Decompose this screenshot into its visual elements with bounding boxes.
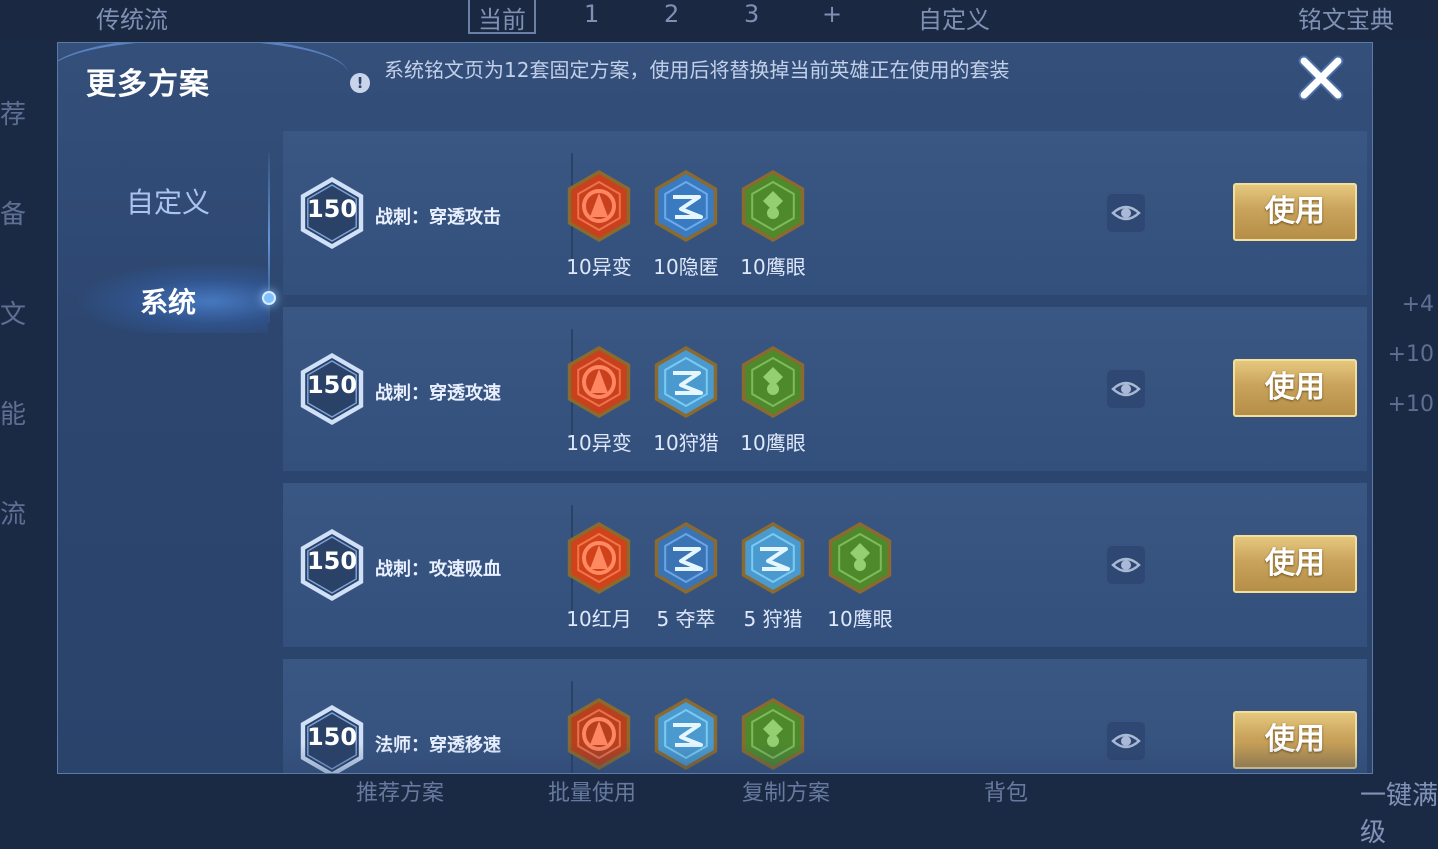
- close-icon: [1298, 55, 1344, 101]
- red-rune-icon[interactable]: [564, 519, 634, 597]
- background-stat-value: +4: [1401, 292, 1434, 317]
- rune-count-label: 5 夺萃: [656, 607, 716, 631]
- rune-count-label: 10鹰眼: [740, 255, 806, 279]
- plan-row: 150法师：穿透移速使用: [283, 659, 1367, 773]
- plan-row: 150 战刺：穿透攻速 10异变 10狩猎 10鹰眼 使用: [283, 307, 1367, 471]
- green-rune-icon[interactable]: [825, 519, 895, 597]
- background-top-bar: 传统流 当前 1 2 3 + 自定义 铭文宝典: [0, 0, 1438, 40]
- background-tab-1[interactable]: 1: [584, 0, 599, 28]
- background-batch-use-button[interactable]: 批量使用: [548, 775, 636, 809]
- plan-row: 150 战刺：攻速吸血 10红月 5 夺萃 5 狩猎 10鹰眼 使用: [283, 483, 1367, 647]
- rune-count-label: 10异变: [566, 431, 632, 455]
- background-stat-value: +10: [1387, 342, 1434, 367]
- rune-count-label: 5 狩猎: [743, 607, 803, 631]
- use-button[interactable]: 使用: [1233, 183, 1357, 241]
- plan-name: 战刺：穿透攻速: [375, 383, 501, 404]
- use-button[interactable]: 使用: [1233, 535, 1357, 593]
- background-stat-value: +10: [1387, 392, 1434, 417]
- red-rune-icon[interactable]: [564, 343, 634, 421]
- level-value: 150: [306, 371, 358, 399]
- blue-rune-icon[interactable]: [651, 519, 721, 597]
- blue-rune-icon[interactable]: [651, 167, 721, 245]
- preview-button[interactable]: [1107, 546, 1145, 584]
- level-value: 150: [306, 195, 358, 223]
- blue-rune-icon[interactable]: [651, 343, 721, 421]
- dialog-info-text: 系统铭文页为12套固定方案，使用后将替换掉当前英雄正在使用的套装: [384, 58, 1010, 82]
- use-button[interactable]: 使用: [1233, 359, 1357, 417]
- rune-count-label: 10鹰眼: [740, 431, 806, 455]
- background-side-item: 能: [0, 400, 27, 430]
- background-side-item: 文: [0, 300, 27, 330]
- background-copy-plan-button[interactable]: 复制方案: [742, 775, 830, 809]
- rune-count-label: 10鹰眼: [827, 607, 893, 631]
- plan-category-sidebar: 自定义 系统: [58, 131, 280, 771]
- background-tab-2[interactable]: 2: [664, 0, 679, 28]
- red-rune-icon[interactable]: [564, 167, 634, 245]
- green-rune-icon[interactable]: [738, 167, 808, 245]
- dialog-title: 更多方案: [86, 67, 210, 102]
- rune-count-label: 10隐匿: [653, 255, 719, 279]
- active-tab-indicator: [262, 291, 276, 305]
- background-recommend-button[interactable]: 推荐方案: [356, 775, 444, 809]
- plan-row: 150 战刺：穿透攻击 10异变 10隐匿 10鹰眼 使用: [283, 131, 1367, 295]
- eye-icon: [1111, 205, 1141, 221]
- plan-name: 战刺：攻速吸血: [375, 559, 501, 580]
- info-icon: !: [350, 73, 370, 93]
- background-side-item: 备: [0, 200, 27, 230]
- green-rune-icon[interactable]: [738, 343, 808, 421]
- close-button[interactable]: [1296, 53, 1346, 103]
- background-backpack-button[interactable]: 背包: [984, 775, 1028, 809]
- background-tab-add[interactable]: +: [822, 0, 842, 28]
- tab-system[interactable]: 系统: [68, 281, 268, 321]
- background-side-item: 荐: [0, 100, 27, 130]
- preview-button[interactable]: [1107, 194, 1145, 232]
- scroll-fade-overlay: [283, 743, 1367, 773]
- rune-count-label: 10红月: [566, 607, 632, 631]
- rune-count-label: 10异变: [566, 255, 632, 279]
- preview-button[interactable]: [1107, 370, 1145, 408]
- eye-icon: [1111, 557, 1141, 573]
- background-tab-current[interactable]: 当前: [468, 0, 536, 34]
- eye-icon: [1111, 381, 1141, 397]
- background-tab-3[interactable]: 3: [744, 0, 759, 28]
- background-custom-label[interactable]: 自定义: [918, 0, 990, 35]
- rune-count-label: 10狩猎: [653, 431, 719, 455]
- tab-custom[interactable]: 自定义: [68, 181, 268, 221]
- background-title: 传统流: [96, 6, 168, 34]
- background-side-item: 流: [0, 500, 27, 530]
- background-max-level-button[interactable]: 一键满级: [1360, 775, 1438, 848]
- background-codex-label[interactable]: 铭文宝典: [1298, 0, 1394, 35]
- blue-rune-icon[interactable]: [738, 519, 808, 597]
- more-plans-dialog: 更多方案 ! 系统铭文页为12套固定方案，使用后将替换掉当前英雄正在使用的套装 …: [57, 42, 1373, 774]
- plan-name: 战刺：穿透攻击: [375, 207, 501, 228]
- level-value: 150: [306, 547, 358, 575]
